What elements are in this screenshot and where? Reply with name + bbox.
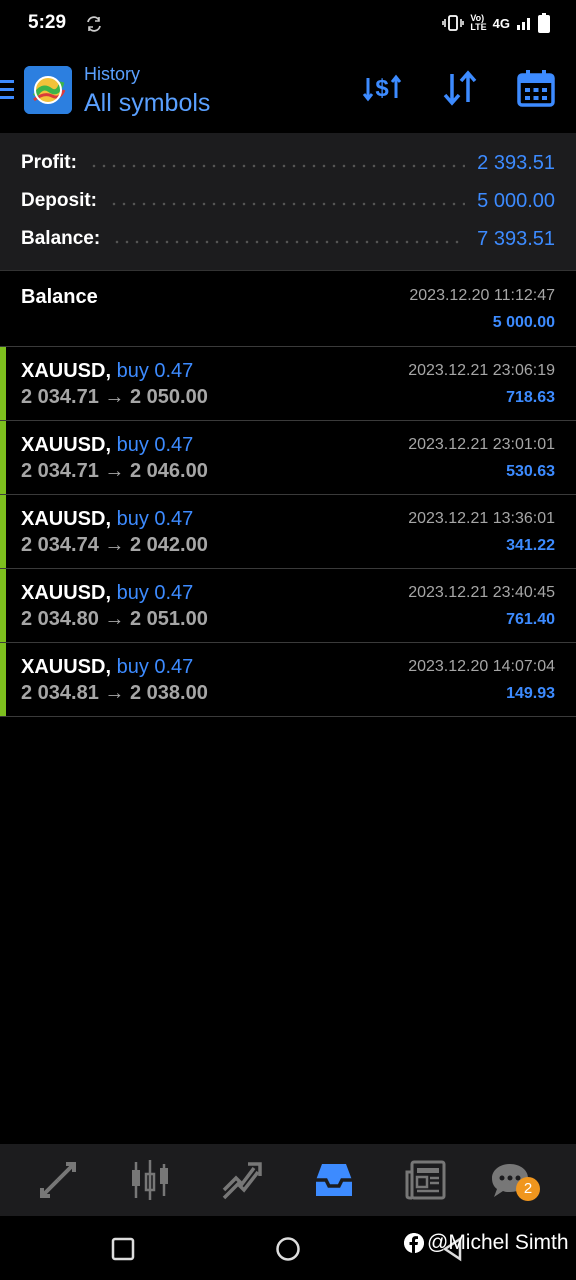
deal-prices: 2 034.71 → 2 046.00	[21, 460, 208, 482]
balance-row: Balance: 7 393.51	[21, 224, 555, 254]
deal-side: buy 0.47	[116, 582, 194, 604]
buy-indicator	[0, 569, 6, 642]
deal-symbol: XAUUSD, buy 0.47	[21, 582, 193, 605]
battery-icon	[538, 13, 550, 33]
deal-row[interactable]: XAUUSD, buy 0.47 2 034.81 → 2 038.00 202…	[0, 643, 576, 717]
deal-symbol: XAUUSD, buy 0.47	[21, 508, 193, 531]
profit-row: Profit: 2 393.51	[21, 148, 555, 178]
header-title[interactable]: All symbols	[84, 89, 210, 118]
balance-value: 7 393.51	[477, 227, 555, 250]
symbol-text: XAUUSD,	[21, 434, 112, 456]
facebook-icon	[404, 1233, 424, 1253]
signal-icon	[517, 18, 530, 30]
dot-leader	[109, 202, 466, 206]
symbol-text: XAUUSD,	[21, 360, 112, 382]
history-list: Balance 2023.12.20 11:12:47 5 000.00 XAU…	[0, 272, 576, 717]
deposit-label: Deposit:	[21, 190, 97, 211]
deal-row[interactable]: XAUUSD, buy 0.47 2 034.71 → 2 050.00 202…	[0, 347, 576, 421]
balance-entry-label: Balance	[21, 286, 98, 308]
deal-prices: 2 034.80 → 2 051.00	[21, 608, 208, 630]
deal-symbol: XAUUSD, buy 0.47	[21, 360, 193, 383]
status-time: 5:29	[28, 12, 67, 33]
header-subtitle: History	[84, 64, 141, 84]
bottom-nav	[0, 1144, 576, 1216]
deal-profit: 761.40	[506, 611, 555, 628]
deal-side: buy 0.47	[116, 434, 194, 456]
deposit-row: Deposit: 5 000.00	[21, 186, 555, 216]
deal-datetime: 2023.12.21 23:01:01	[408, 436, 555, 453]
buy-indicator	[0, 347, 6, 420]
history-icon[interactable]	[312, 1158, 356, 1202]
svg-text:$: $	[375, 75, 389, 102]
balance-entry-amount: 5 000.00	[492, 314, 555, 331]
deal-profit: 341.22	[506, 537, 555, 554]
buy-indicator	[0, 643, 6, 716]
buy-indicator	[0, 421, 6, 494]
trade-icon[interactable]	[220, 1158, 264, 1202]
app-header: History All symbols $	[0, 54, 576, 132]
sort-icon[interactable]	[440, 68, 480, 108]
deal-datetime: 2023.12.21 23:06:19	[408, 362, 555, 379]
vibrate-icon	[442, 15, 465, 31]
deal-prices: 2 034.74 → 2 042.00	[21, 534, 208, 556]
deal-datetime: 2023.12.20 14:07:04	[408, 658, 555, 675]
status-bar: 5:29 Vo) LTE 4G	[0, 0, 576, 48]
buy-indicator	[0, 495, 6, 568]
deal-prices: 2 034.71 → 2 050.00	[21, 386, 208, 408]
deal-profit: 718.63	[506, 389, 555, 406]
profit-value: 2 393.51	[477, 151, 555, 174]
home-icon[interactable]	[275, 1236, 301, 1262]
deal-profit: 530.63	[506, 463, 555, 480]
watermark-text: @Michel Simth	[427, 1231, 569, 1254]
menu-icon[interactable]	[0, 80, 14, 99]
deal-datetime: 2023.12.21 23:40:45	[408, 584, 555, 601]
summary-panel: Profit: 2 393.51 Deposit: 5 000.00 Balan…	[0, 133, 576, 271]
quotes-icon[interactable]	[36, 1158, 80, 1202]
volte-line2: LTE	[470, 22, 487, 32]
recents-icon[interactable]	[110, 1236, 136, 1262]
symbol-text: XAUUSD,	[21, 656, 112, 678]
deposit-value: 5 000.00	[477, 189, 555, 212]
watermark: @Michel Simth	[404, 1231, 569, 1255]
balance-entry[interactable]: Balance 2023.12.20 11:12:47 5 000.00	[0, 272, 576, 347]
status-indicators: Vo) LTE 4G	[442, 13, 550, 33]
deal-row[interactable]: XAUUSD, buy 0.47 2 034.74 → 2 042.00 202…	[0, 495, 576, 569]
deal-row[interactable]: XAUUSD, buy 0.47 2 034.80 → 2 051.00 202…	[0, 569, 576, 643]
dot-leader	[88, 164, 466, 168]
deal-prices: 2 034.81 → 2 038.00	[21, 682, 208, 704]
calendar-icon[interactable]	[516, 68, 556, 108]
chart-icon[interactable]	[128, 1158, 172, 1202]
app-logo	[24, 66, 72, 114]
symbol-text: XAUUSD,	[21, 582, 112, 604]
volte-indicator: Vo) LTE	[470, 14, 486, 32]
dollar-sort-icon[interactable]: $	[362, 68, 402, 108]
network-type: 4G	[492, 15, 510, 31]
deal-row[interactable]: XAUUSD, buy 0.47 2 034.71 → 2 046.00 202…	[0, 421, 576, 495]
deal-datetime: 2023.12.21 13:36:01	[408, 510, 555, 527]
deal-side: buy 0.47	[116, 508, 194, 530]
deal-symbol: XAUUSD, buy 0.47	[21, 434, 193, 457]
profit-label: Profit:	[21, 152, 77, 173]
deal-side: buy 0.47	[116, 656, 194, 678]
deal-side: buy 0.47	[116, 360, 194, 382]
dot-leader	[112, 240, 466, 244]
balance-entry-datetime: 2023.12.20 11:12:47	[409, 287, 555, 304]
balance-label: Balance:	[21, 228, 101, 249]
symbol-text: XAUUSD,	[21, 508, 112, 530]
chat-badge: 2	[516, 1177, 540, 1201]
deal-symbol: XAUUSD, buy 0.47	[21, 656, 193, 679]
deal-profit: 149.93	[506, 685, 555, 702]
news-icon[interactable]	[404, 1158, 448, 1202]
sync-icon	[87, 16, 101, 32]
